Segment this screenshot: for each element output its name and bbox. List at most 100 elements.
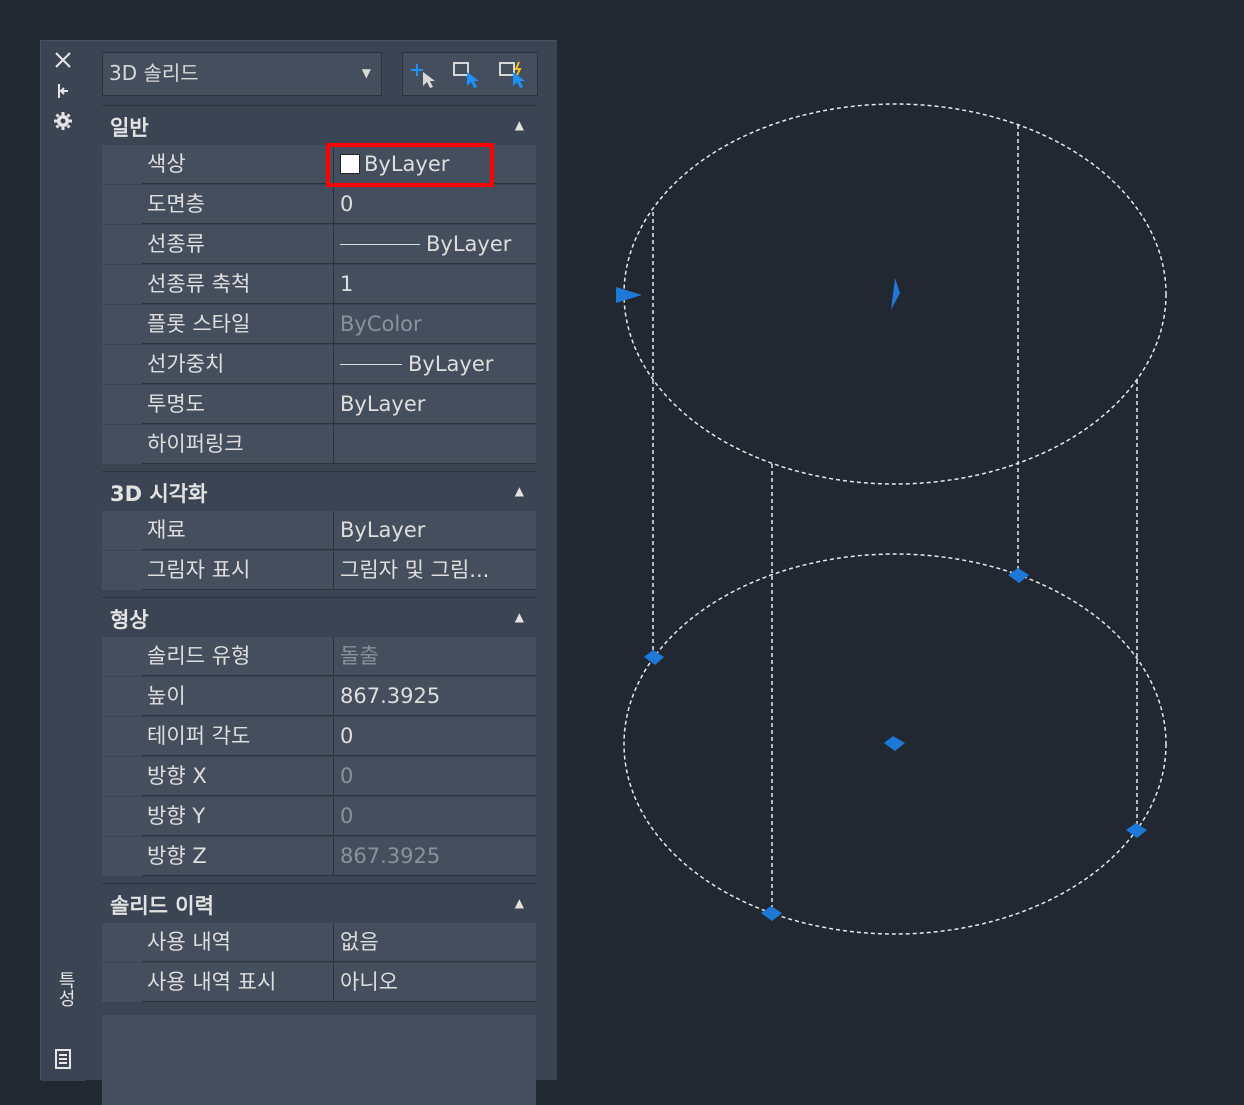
property-row-solid-type[interactable]: 솔리드 유형 돌출 — [102, 637, 536, 677]
object-type-value: 3D 솔리드 — [109, 61, 199, 85]
property-name: 색상 — [142, 145, 334, 184]
property-value[interactable]: ByLayer — [334, 511, 536, 550]
property-row-linetype[interactable]: 선종류 ByLayer — [102, 225, 536, 265]
collapse-icon[interactable]: ▲ — [515, 896, 524, 910]
section-3d-visualization[interactable]: 3D 시각화 ▲ — [102, 471, 536, 512]
toggle-pickadd-icon[interactable] — [497, 60, 529, 90]
palette-main: 3D 솔리드 ▼ 일반 ▲ 색상 ByLayer 도면층 0 선종류 ByLay… — [102, 51, 538, 1105]
collapse-icon[interactable]: ▲ — [515, 610, 524, 624]
chevron-down-icon: ▼ — [361, 66, 371, 80]
section-geometry[interactable]: 형상 ▲ — [102, 597, 536, 638]
row-gutter — [102, 185, 142, 225]
row-gutter — [102, 757, 142, 797]
properties-palette: 특성 3D 솔리드 ▼ 일반 ▲ 색상 ByLayer 도면층 0 선종류 By… — [40, 40, 557, 1105]
row-gutter — [102, 637, 142, 677]
grip-left[interactable] — [644, 650, 664, 665]
property-value: ByColor — [334, 305, 536, 344]
property-value[interactable]: 1 — [334, 265, 536, 304]
property-name: 선가중치 — [142, 345, 334, 384]
property-row-hyperlink[interactable]: 하이퍼링크 — [102, 425, 536, 465]
property-name: 재료 — [142, 511, 334, 550]
grip-front[interactable] — [761, 906, 782, 921]
property-value[interactable] — [334, 425, 536, 464]
lineweight-value: ByLayer — [408, 352, 494, 376]
property-value[interactable]: 867.3925 — [334, 677, 536, 716]
row-gutter — [102, 717, 142, 757]
lineweight-sample — [340, 364, 402, 365]
property-row-transparency[interactable]: 투명도 ByLayer — [102, 385, 536, 425]
property-name: 하이퍼링크 — [142, 425, 334, 464]
row-gutter — [102, 797, 142, 837]
collapse-icon[interactable]: ▲ — [515, 118, 524, 132]
property-row-material[interactable]: 재료 ByLayer — [102, 511, 536, 551]
select-objects-icon[interactable] — [451, 60, 483, 90]
property-row-taper-angle[interactable]: 테이퍼 각도 0 — [102, 717, 536, 757]
row-gutter — [102, 837, 142, 877]
property-value: 0 — [334, 797, 536, 836]
pin-icon[interactable] — [49, 77, 77, 105]
property-value-linetype[interactable]: ByLayer — [334, 225, 536, 264]
property-value[interactable]: 아니오 — [334, 963, 536, 1002]
palette-side-strip: 특성 — [41, 41, 85, 1081]
linetype-value: ByLayer — [426, 232, 512, 256]
section-title: 형상 — [110, 608, 149, 632]
highlight-annotation — [326, 143, 494, 187]
property-name: 높이 — [142, 677, 334, 716]
property-value[interactable]: 0 — [334, 717, 536, 756]
property-row-shadow-display[interactable]: 그림자 표시 그림자 및 그림... — [102, 551, 536, 591]
grip-back[interactable] — [1008, 568, 1029, 583]
property-row-direction-x[interactable]: 방향 X 0 — [102, 757, 536, 797]
property-name: 방향 Z — [142, 837, 334, 876]
property-value[interactable]: 없음 — [334, 923, 536, 962]
object-type-dropdown[interactable]: 3D 솔리드 ▼ — [102, 52, 382, 96]
grip-arrow-left[interactable] — [616, 287, 642, 303]
property-row-direction-y[interactable]: 방향 Y 0 — [102, 797, 536, 837]
property-value[interactable]: ByLayer — [334, 385, 536, 424]
property-value: 0 — [334, 757, 536, 796]
property-name: 솔리드 유형 — [142, 637, 334, 676]
property-name: 그림자 표시 — [142, 551, 334, 590]
property-row-linetype-scale[interactable]: 선종류 축척 1 — [102, 265, 536, 305]
properties-icon[interactable] — [49, 1045, 77, 1073]
grip-center[interactable] — [884, 736, 905, 751]
grip-right[interactable] — [1126, 823, 1147, 838]
property-row-history[interactable]: 사용 내역 없음 — [102, 923, 536, 963]
row-gutter — [102, 145, 142, 185]
selection-toolbar — [402, 52, 538, 96]
property-row-show-history[interactable]: 사용 내역 표시 아니오 — [102, 963, 536, 1003]
quick-select-icon[interactable] — [409, 60, 441, 90]
property-name: 선종류 — [142, 225, 334, 264]
property-value[interactable]: 0 — [334, 185, 536, 224]
property-name: 플롯 스타일 — [142, 305, 334, 344]
drawing-canvas[interactable] — [560, 0, 1244, 1080]
section-general[interactable]: 일반 ▲ — [102, 105, 536, 146]
linetype-sample — [340, 244, 420, 245]
property-value: 돌출 — [334, 637, 536, 676]
row-gutter — [102, 677, 142, 717]
property-grid: 일반 ▲ 색상 ByLayer 도면층 0 선종류 ByLayer 선종류 축척 — [102, 105, 538, 1105]
row-gutter — [102, 963, 142, 1003]
grid-empty-area — [102, 1015, 536, 1105]
property-name: 방향 X — [142, 757, 334, 796]
section-solid-history[interactable]: 솔리드 이력 ▲ — [102, 883, 536, 924]
property-name: 사용 내역 — [142, 923, 334, 962]
gear-icon[interactable] — [49, 107, 77, 135]
property-row-layer[interactable]: 도면층 0 — [102, 185, 536, 225]
property-row-direction-z[interactable]: 방향 Z 867.3925 — [102, 837, 536, 877]
section-title: 솔리드 이력 — [110, 894, 214, 918]
collapse-icon[interactable]: ▲ — [515, 484, 524, 498]
close-icon[interactable] — [49, 46, 77, 74]
property-row-height[interactable]: 높이 867.3925 — [102, 677, 536, 717]
property-value-lineweight[interactable]: ByLayer — [334, 345, 536, 384]
row-gutter — [102, 923, 142, 963]
row-gutter — [102, 225, 142, 265]
property-name: 도면층 — [142, 185, 334, 224]
property-name: 선종류 축척 — [142, 265, 334, 304]
row-gutter — [102, 305, 142, 345]
property-row-lineweight[interactable]: 선가중치 ByLayer — [102, 345, 536, 385]
grip-arrow-top[interactable] — [891, 278, 900, 310]
property-name: 사용 내역 표시 — [142, 963, 334, 1002]
property-row-plot-style[interactable]: 플롯 스타일 ByColor — [102, 305, 536, 345]
property-name: 방향 Y — [142, 797, 334, 836]
property-value[interactable]: 그림자 및 그림... — [334, 551, 536, 590]
